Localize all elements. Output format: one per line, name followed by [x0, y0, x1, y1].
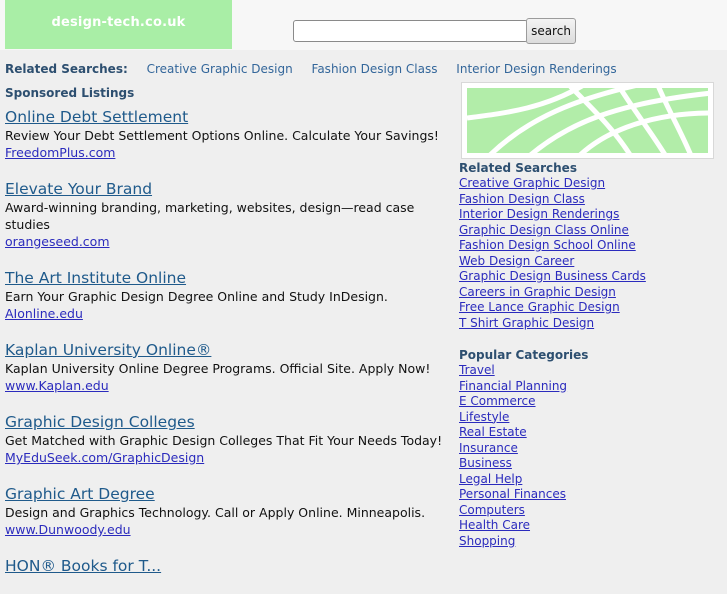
listing-description: Review Your Debt Settlement Options Onli…: [5, 128, 439, 143]
sidebar-related-link[interactable]: Careers in Graphic Design: [459, 285, 616, 299]
list-item: Fashion Design Class: [459, 192, 719, 208]
sidebar-related-heading: Related Searches: [459, 161, 577, 175]
list-item: Creative Graphic Design: [459, 176, 719, 192]
listing-title[interactable]: The Art Institute Online: [5, 268, 445, 288]
listing-item: HON® Books for T...: [5, 556, 445, 576]
listing-description: Design and Graphics Technology. Call or …: [5, 505, 426, 520]
sidebar: Related Searches Creative Graphic Design…: [459, 161, 719, 549]
listing-title[interactable]: Elevate Your Brand: [5, 179, 445, 199]
listing-title[interactable]: Graphic Art Degree: [5, 484, 445, 504]
sidebar-category-link[interactable]: Financial Planning: [459, 379, 567, 393]
search-button[interactable]: search: [526, 18, 576, 44]
listing-description: Earn Your Graphic Design Degree Online a…: [5, 289, 388, 304]
listing-url[interactable]: AIonline.edu: [5, 305, 445, 322]
sidebar-related-link[interactable]: T Shirt Graphic Design: [459, 316, 594, 330]
listing-description: Get Matched with Graphic Design Colleges…: [5, 433, 443, 448]
listing-title[interactable]: HON® Books for T...: [5, 556, 445, 576]
list-item: Travel: [459, 363, 719, 379]
header-bar: design-tech.co.uk search: [0, 0, 727, 50]
listing-item: Graphic Art Degree Design and Graphics T…: [5, 484, 445, 538]
list-item: Shopping: [459, 534, 719, 550]
sidebar-category-link[interactable]: Real Estate: [459, 425, 527, 439]
list-item: Graphic Design Business Cards: [459, 269, 719, 285]
listing-url[interactable]: MyEduSeek.com/GraphicDesign: [5, 449, 445, 466]
sidebar-category-link[interactable]: Lifestyle: [459, 410, 509, 424]
sponsored-listings: Online Debt Settlement Review Your Debt …: [5, 107, 445, 594]
list-item: Fashion Design School Online: [459, 238, 719, 254]
sidebar-category-link[interactable]: E Commerce: [459, 394, 536, 408]
sidebar-related-list: Creative Graphic Design Fashion Design C…: [459, 176, 719, 331]
list-item: E Commerce: [459, 394, 719, 410]
sidebar-related-link[interactable]: Fashion Design Class: [459, 192, 585, 206]
listing-url[interactable]: orangeseed.com: [5, 233, 445, 250]
related-searches-label: Related Searches:: [5, 62, 128, 76]
sidebar-category-link[interactable]: Insurance: [459, 441, 518, 455]
sidebar-related-link[interactable]: Creative Graphic Design: [459, 176, 605, 190]
list-item: Graphic Design Class Online: [459, 223, 719, 239]
search-input[interactable]: [293, 20, 528, 42]
related-link-creative-graphic-design[interactable]: Creative Graphic Design: [147, 62, 293, 76]
sidebar-related-link[interactable]: Free Lance Graphic Design: [459, 300, 620, 314]
listing-item: Kaplan University Online® Kaplan Univers…: [5, 340, 445, 394]
abstract-lines-graphic: [467, 88, 708, 153]
related-link-fashion-design-class[interactable]: Fashion Design Class: [312, 62, 438, 76]
listing-item: Elevate Your Brand Award-winning brandin…: [5, 179, 445, 250]
listing-item: Online Debt Settlement Review Your Debt …: [5, 107, 445, 161]
listing-item: Graphic Design Colleges Get Matched with…: [5, 412, 445, 466]
listing-url[interactable]: FreedomPlus.com: [5, 144, 445, 161]
sidebar-related-link[interactable]: Web Design Career: [459, 254, 574, 268]
site-logo[interactable]: design-tech.co.uk: [5, 0, 232, 49]
sidebar-category-link[interactable]: Business: [459, 456, 512, 470]
sidebar-category-link[interactable]: Legal Help: [459, 472, 522, 486]
list-item: Business: [459, 456, 719, 472]
listing-url[interactable]: www.Kaplan.edu: [5, 377, 445, 394]
graphic-banner-image: [461, 82, 714, 159]
related-link-interior-design-renderings[interactable]: Interior Design Renderings: [456, 62, 616, 76]
sidebar-popular-list: Travel Financial Planning E Commerce Lif…: [459, 363, 719, 549]
related-searches-bar: Related Searches: Creative Graphic Desig…: [5, 62, 632, 76]
sidebar-related-link[interactable]: Interior Design Renderings: [459, 207, 619, 221]
list-item: Computers: [459, 503, 719, 519]
sidebar-popular-heading: Popular Categories: [459, 348, 589, 362]
listing-url[interactable]: www.Dunwoody.edu: [5, 521, 445, 538]
listing-title[interactable]: Graphic Design Colleges: [5, 412, 445, 432]
sidebar-related-link[interactable]: Graphic Design Business Cards: [459, 269, 646, 283]
sidebar-related-link[interactable]: Fashion Design School Online: [459, 238, 636, 252]
list-item: Web Design Career: [459, 254, 719, 270]
sidebar-category-link[interactable]: Travel: [459, 363, 495, 377]
list-item: Careers in Graphic Design: [459, 285, 719, 301]
listing-item: The Art Institute Online Earn Your Graph…: [5, 268, 445, 322]
list-item: Real Estate: [459, 425, 719, 441]
list-item: Interior Design Renderings: [459, 207, 719, 223]
list-item: Free Lance Graphic Design: [459, 300, 719, 316]
listing-title[interactable]: Kaplan University Online®: [5, 340, 445, 360]
listing-title[interactable]: Online Debt Settlement: [5, 107, 445, 127]
list-item: Health Care: [459, 518, 719, 534]
sidebar-category-link[interactable]: Health Care: [459, 518, 530, 532]
list-item: Financial Planning: [459, 379, 719, 395]
list-item: Legal Help: [459, 472, 719, 488]
list-item: Lifestyle: [459, 410, 719, 426]
listing-description: Award-winning branding, marketing, websi…: [5, 200, 415, 232]
list-item: T Shirt Graphic Design: [459, 316, 719, 332]
sponsored-listings-heading: Sponsored Listings: [5, 86, 135, 100]
sidebar-related-link[interactable]: Graphic Design Class Online: [459, 223, 629, 237]
sidebar-category-link[interactable]: Computers: [459, 503, 525, 517]
listing-description: Kaplan University Online Degree Programs…: [5, 361, 431, 376]
list-item: Insurance: [459, 441, 719, 457]
list-item: Personal Finances: [459, 487, 719, 503]
sidebar-category-link[interactable]: Personal Finances: [459, 487, 566, 501]
sidebar-category-link[interactable]: Shopping: [459, 534, 515, 548]
